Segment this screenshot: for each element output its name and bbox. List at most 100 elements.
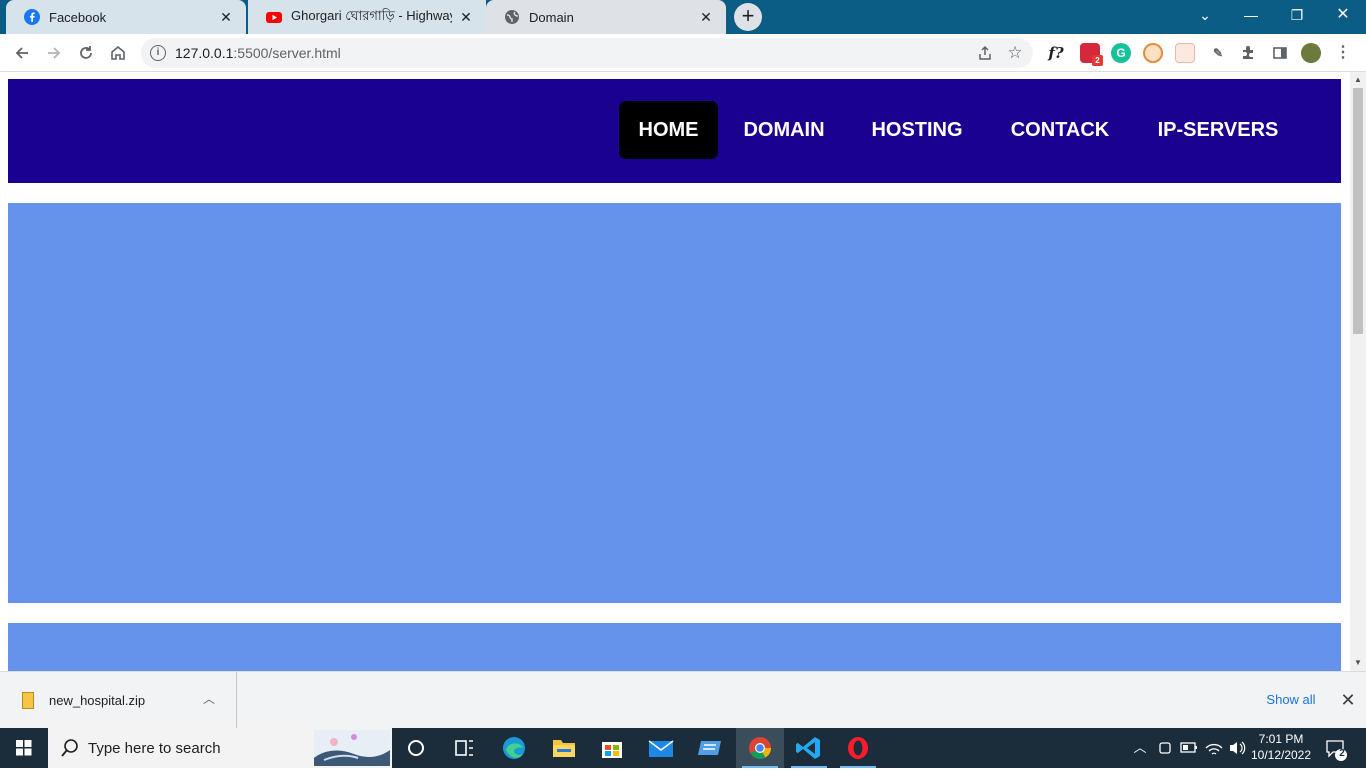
search-placeholder: Type here to search — [88, 740, 221, 757]
meet-now-icon[interactable] — [1155, 728, 1175, 768]
forward-arrow-icon — [48, 47, 61, 59]
youtube-icon — [266, 9, 282, 25]
page-scrollbar[interactable]: ▲ ▼ — [1350, 72, 1366, 671]
close-icon[interactable]: ✕ — [458, 9, 474, 25]
tray-chevron-icon[interactable]: ︿ — [1130, 728, 1150, 768]
scroll-up-icon[interactable]: ▲ — [1350, 72, 1366, 88]
tab-facebook[interactable]: Facebook ✕ — [6, 0, 246, 34]
share-icon[interactable] — [975, 43, 995, 63]
site-navbar: HOME DOMAIN HOSTING CONTACK IP-SERVERS — [8, 79, 1341, 183]
taskbar-vscode[interactable] — [785, 728, 833, 768]
search-icon — [61, 739, 78, 757]
site-info-icon[interactable]: i — [150, 45, 166, 61]
extension-orange-icon[interactable] — [1143, 43, 1163, 63]
nav-link-domain[interactable]: DOMAIN — [729, 101, 839, 159]
download-bar: new_hospital.zip ︿ Show all ✕ — [0, 671, 1366, 729]
notification-count: 2 — [1339, 748, 1345, 759]
address-host: 127.0.0.1 — [175, 45, 234, 61]
taskbar-mail[interactable] — [637, 728, 685, 768]
chrome-icon — [749, 737, 771, 759]
reload-button[interactable] — [73, 40, 99, 66]
bookmark-star-icon[interactable]: ☆ — [1005, 43, 1025, 63]
address-url: 127.0.0.1:5500/server.html — [175, 45, 341, 61]
browser-toolbar: i 127.0.0.1:5500/server.html ☆ f? 2 G ✎ … — [0, 34, 1366, 72]
close-icon[interactable]: ✕ — [1338, 688, 1358, 712]
task-view-button[interactable] — [440, 728, 488, 768]
windows-taskbar: Type here to search ︿ 7:01 PM 10/12/2022… — [0, 728, 1366, 768]
extension-badge-count: 2 — [1092, 55, 1103, 66]
extensions-puzzle-icon[interactable] — [1238, 43, 1258, 63]
forward-button[interactable] — [41, 40, 67, 66]
home-button[interactable] — [105, 40, 131, 66]
font-finder-icon[interactable]: f? — [1046, 43, 1066, 63]
back-button[interactable] — [9, 40, 35, 66]
search-highlight-illustration — [314, 730, 390, 766]
home-icon — [111, 45, 125, 60]
opera-icon — [848, 737, 868, 759]
extension-badge-icon[interactable]: 2 — [1080, 43, 1103, 66]
content-block — [8, 623, 1341, 671]
back-arrow-icon — [15, 47, 28, 59]
close-icon[interactable]: ✕ — [698, 9, 714, 25]
tab-title: Ghorgari ঘোরগাড়ি - Highway (lyr — [291, 7, 452, 23]
menu-dots-icon[interactable]: ⋮ — [1333, 43, 1353, 63]
facebook-icon — [24, 9, 40, 25]
page-viewport: HOME DOMAIN HOSTING CONTACK IP-SERVERS — [0, 72, 1350, 671]
task-view-icon — [455, 740, 473, 756]
download-item[interactable]: new_hospital.zip ︿ — [0, 672, 237, 729]
taskbar-app[interactable] — [686, 728, 734, 768]
zip-file-icon — [22, 692, 34, 709]
extension-pen-icon[interactable]: ✎ — [1208, 43, 1228, 63]
side-panel-icon[interactable] — [1270, 43, 1290, 63]
taskbar-store[interactable] — [588, 728, 636, 768]
close-icon[interactable]: ✕ — [218, 9, 234, 25]
taskbar-edge[interactable] — [490, 728, 538, 768]
show-all-button[interactable]: Show all — [1256, 686, 1326, 714]
scroll-down-icon[interactable]: ▼ — [1350, 655, 1366, 671]
grammarly-icon[interactable]: G — [1111, 43, 1131, 63]
nav-link-contack[interactable]: CONTACK — [995, 101, 1125, 159]
cortana-button[interactable] — [392, 728, 440, 768]
edge-icon — [503, 737, 525, 759]
volume-icon[interactable] — [1227, 728, 1247, 768]
taskbar-file-explorer[interactable] — [540, 728, 588, 768]
address-bar[interactable]: i 127.0.0.1:5500/server.html ☆ — [141, 38, 1033, 68]
reload-icon — [80, 46, 92, 59]
address-path: :5500/server.html — [233, 45, 341, 61]
clock[interactable]: 7:01 PM 10/12/2022 — [1250, 728, 1312, 768]
nav-link-home[interactable]: HOME — [619, 101, 718, 159]
tab-strip: Facebook ✕ Ghorgari ঘোরগাড়ি - Highway (… — [0, 0, 1366, 34]
restore-button[interactable]: ❐ — [1274, 0, 1320, 30]
action-center-button[interactable]: 2 — [1320, 728, 1356, 768]
taskbar-search[interactable]: Type here to search — [48, 728, 392, 768]
taskbar-chrome[interactable] — [736, 728, 784, 768]
mail-icon — [648, 740, 674, 757]
close-window-button[interactable]: ✕ — [1320, 0, 1366, 30]
nav-link-ip-servers[interactable]: IP-SERVERS — [1142, 101, 1294, 159]
clock-time: 7:01 PM — [1258, 732, 1304, 746]
chevron-up-icon[interactable]: ︿ — [203, 690, 215, 707]
start-button[interactable] — [0, 728, 48, 768]
vscode-icon — [796, 737, 820, 759]
tab-title: Facebook — [49, 9, 107, 25]
download-file-name: new_hospital.zip — [49, 693, 146, 708]
globe-icon — [504, 9, 520, 25]
store-icon — [602, 742, 622, 758]
scroll-thumb[interactable] — [1353, 88, 1363, 334]
tab-domain[interactable]: Domain ✕ — [486, 0, 726, 34]
windows-logo-icon — [16, 740, 32, 756]
extension-notes-icon[interactable] — [1175, 43, 1195, 63]
clock-date: 10/12/2022 — [1250, 748, 1312, 762]
remote-desktop-icon — [698, 741, 721, 755]
minimize-button[interactable]: — — [1228, 0, 1274, 30]
new-tab-button[interactable]: + — [734, 3, 762, 31]
tab-youtube[interactable]: Ghorgari ঘোরগাড়ি - Highway (lyr ✕ — [248, 0, 486, 34]
nav-link-hosting[interactable]: HOSTING — [854, 101, 980, 159]
cortana-circle-icon — [408, 740, 424, 756]
tab-search-icon[interactable]: ⌄ — [1182, 0, 1228, 30]
battery-icon[interactable] — [1179, 728, 1199, 768]
wifi-icon[interactable] — [1203, 728, 1225, 768]
taskbar-opera[interactable] — [834, 728, 882, 768]
tab-title: Domain — [529, 9, 574, 25]
profile-avatar[interactable] — [1301, 43, 1321, 63]
